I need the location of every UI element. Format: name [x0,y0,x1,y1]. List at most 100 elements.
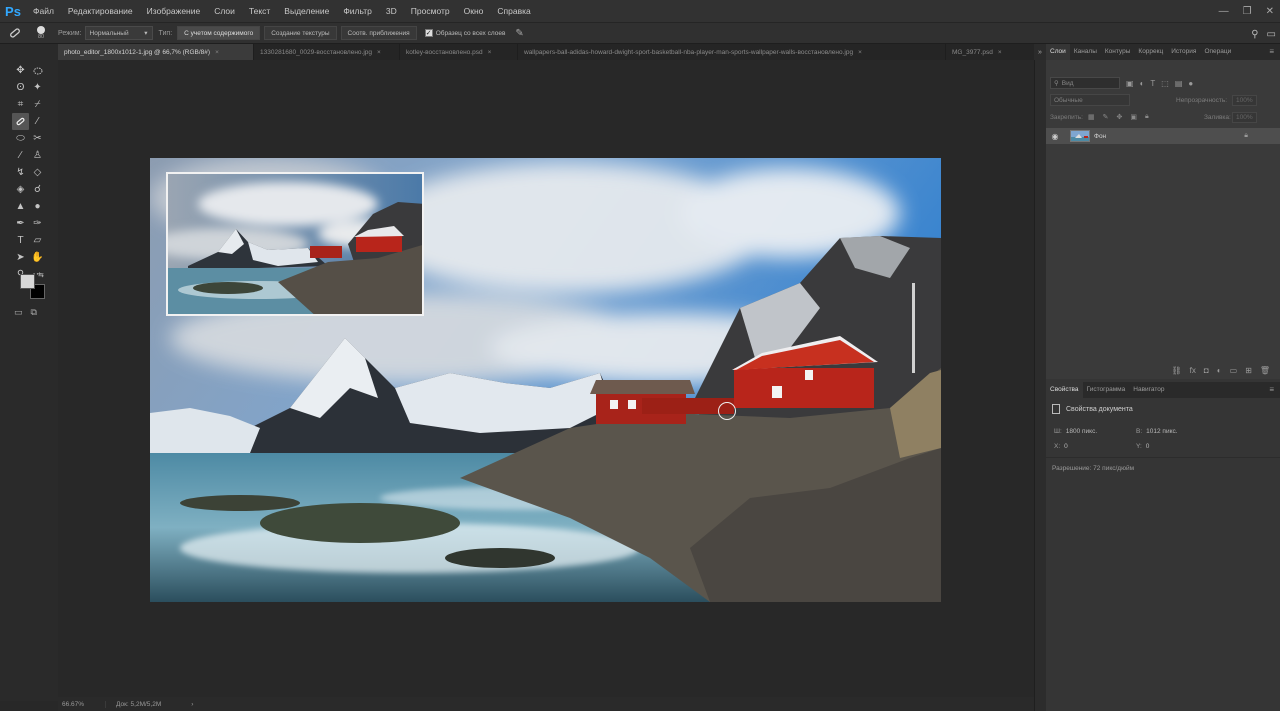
panel-menu-icon[interactable]: ≡ [1269,382,1274,398]
create-texture-button[interactable]: Создание текстуры [264,26,337,40]
lock-artboard-icon[interactable]: ▣ [1130,113,1137,121]
magic-wand-tool-icon[interactable]: ✦ [29,79,46,96]
lock-position-icon[interactable]: ✥ [1117,113,1123,121]
tab-histogram[interactable]: Гистограмма [1083,382,1130,398]
menu-3d[interactable]: 3D [379,0,404,22]
workspace-icon[interactable]: ▭ [1267,29,1276,40]
collapse-panels-icon[interactable]: » [1034,44,1046,60]
blend-mode-select[interactable]: Обычные [1050,94,1130,106]
search-icon[interactable]: ⚲ [1251,29,1258,40]
panel-menu-icon[interactable]: ≡ [1269,44,1274,60]
swap-colors-icon[interactable]: ⇆ [38,271,44,279]
brush-preset-picker[interactable]: 80 [30,26,52,40]
menu-file[interactable]: Файл [26,0,61,22]
link-layers-icon[interactable]: ⛓ [1172,366,1182,375]
scissors-tool-icon[interactable]: ✂ [29,130,46,147]
close-button[interactable]: ✕ [1266,6,1274,17]
tab-wallpapers[interactable]: wallpapers-ball-adidas-howard-dwight-spo… [518,44,946,60]
paint-bucket-icon[interactable]: ◈ [12,181,29,198]
new-layer-icon[interactable]: ⊞ [1245,366,1252,375]
height-field[interactable]: В: 1012 пикс. [1136,428,1178,435]
lock-all-icon[interactable]: 🔒︎ [1145,113,1149,121]
menu-layer[interactable]: Слои [207,0,242,22]
type-tool-icon[interactable]: T [12,232,29,249]
foreground-color-swatch[interactable] [20,274,35,289]
sample-all-layers[interactable]: ✓ Образец со всех слоев [419,29,505,37]
lock-transparency-icon[interactable]: ▦ [1088,113,1095,121]
eyedropper-tool-icon[interactable]: ⌿ [29,96,46,113]
menu-select[interactable]: Выделение [277,0,336,22]
tab-properties[interactable]: Свойства [1046,382,1083,398]
filter-adjust-icon[interactable]: ◐ [1140,79,1145,88]
add-mask-icon[interactable]: ◘ [1204,366,1209,375]
tab-navigator[interactable]: Навигатор [1129,382,1168,398]
layer-filter-input[interactable]: ⚲ Вид [1050,77,1120,89]
eye-icon[interactable]: ◉ [1046,132,1064,141]
layer-row[interactable]: ◉ Фон 🔒︎ [1046,128,1280,144]
stamp-tool-icon[interactable]: ♙ [29,147,46,164]
smudge-tool-icon[interactable]: ☌ [29,181,46,198]
y-field[interactable]: Y: 0 [1136,443,1149,450]
close-icon[interactable]: × [998,49,1002,56]
tab-adjustments[interactable]: Коррекц [1134,44,1167,60]
pen-tool-icon[interactable]: ✒ [12,215,29,232]
pressure-size-icon[interactable]: ✎ [515,28,523,39]
tab-photo-editor[interactable]: photo_editor_1800x1012-1.jpg @ 66,7% (RG… [58,44,254,60]
tab-paths[interactable]: Контуры [1101,44,1135,60]
minimize-button[interactable]: — [1219,6,1229,17]
filter-type-icon[interactable]: T [1150,79,1155,88]
brush-tool-icon[interactable]: ⁄ [29,113,46,130]
tab-actions[interactable]: Операци [1200,44,1235,60]
chevron-right-icon[interactable]: › [191,701,193,708]
menu-filter[interactable]: Фильтр [336,0,379,22]
close-icon[interactable]: × [858,49,862,56]
proximity-match-button[interactable]: Соотв. приближения [340,26,417,40]
filter-smart-icon[interactable]: ▤ [1175,79,1183,88]
spot-healing-brush-icon[interactable] [0,22,30,44]
dodge-tool-icon[interactable]: ● [29,198,46,215]
shape-tool-icon[interactable]: ▱ [29,232,46,249]
tab-history[interactable]: История [1167,44,1200,60]
canvas-area[interactable] [58,60,1034,697]
filter-pixel-icon[interactable]: ▣ [1126,79,1134,88]
panel-scroll-strip[interactable] [1034,60,1046,711]
lasso-tool-icon[interactable]: ʘ [12,79,29,96]
new-group-icon[interactable]: ▭ [1230,366,1238,375]
screen-mode-icon[interactable]: ⧉ [31,307,37,318]
pencil-tool-icon[interactable]: ∕ [12,147,29,164]
burn-tool-icon[interactable]: ✑ [29,215,46,232]
tab-layers[interactable]: Слои [1046,44,1070,60]
menu-help[interactable]: Справка [490,0,537,22]
fx-icon[interactable]: fx [1190,366,1196,375]
tab-mg3977[interactable]: MG_3977.psd × [946,44,1038,60]
zoom-level[interactable]: 66.67% [58,700,106,708]
menu-type[interactable]: Текст [242,0,277,22]
opacity-value[interactable]: 100% [1232,94,1257,106]
document-canvas[interactable] [150,158,941,602]
menu-window[interactable]: Окно [457,0,491,22]
marquee-tool-icon[interactable] [29,62,46,79]
restore-button[interactable]: ❐ [1243,6,1252,17]
content-aware-button[interactable]: С учетом содержимого [177,26,261,40]
tab-kotley[interactable]: kotley-восстановлено.psd × [400,44,518,60]
x-field[interactable]: X: 0 [1054,443,1068,450]
menu-edit[interactable]: Редактирование [61,0,140,22]
mode-select[interactable]: Нормальный ▾ [84,26,153,40]
fill-value[interactable]: 100% [1232,111,1257,123]
close-icon[interactable]: × [488,49,492,56]
tab-1330281680[interactable]: 1330281680_0029-восстановлено.jpg × [254,44,400,60]
tab-channels[interactable]: Каналы [1070,44,1101,60]
move-tool-icon[interactable]: ✥ [12,62,29,79]
ellipse-tool-icon[interactable]: ⬭ [12,130,29,147]
blur-tool-icon[interactable]: ▲ [12,198,29,215]
quick-mask-icon[interactable]: ▭ [14,307,23,318]
path-select-icon[interactable]: ➤ [12,249,29,266]
filter-shape-icon[interactable]: ⬚ [1161,79,1169,88]
hand-tool-icon[interactable]: ✋ [29,249,46,266]
close-icon[interactable]: × [377,49,381,56]
crop-tool-icon[interactable]: ⌗ [12,96,29,113]
menu-image[interactable]: Изображение [140,0,208,22]
spot-healing-tool-icon[interactable] [12,113,29,130]
close-icon[interactable]: × [215,49,219,56]
trash-icon[interactable]: 🗑︎ [1260,366,1270,375]
